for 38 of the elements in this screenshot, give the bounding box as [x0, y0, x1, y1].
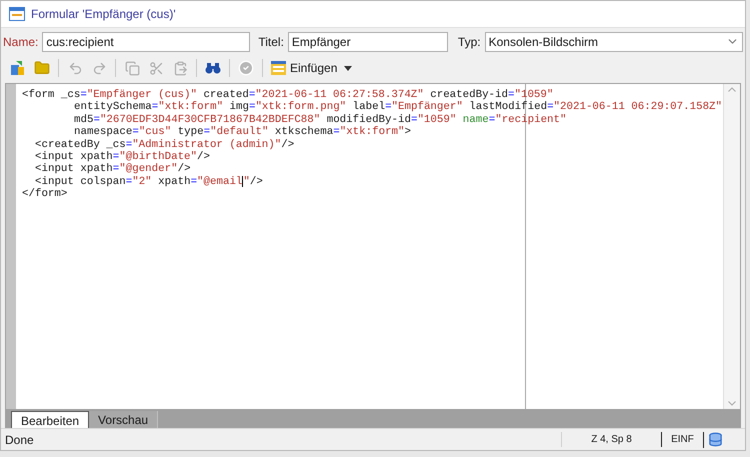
name-label: Name: [3, 34, 38, 50]
undo-icon [68, 60, 82, 76]
database-icon [708, 432, 723, 447]
title-label: Titel: [258, 34, 284, 50]
name-field[interactable]: cus:recipient [42, 32, 250, 52]
status-message: Done [4, 432, 35, 448]
code-line: </form> [22, 188, 68, 201]
insert-mode: EINF [661, 432, 703, 447]
dropdown-arrow-icon [344, 66, 352, 70]
code-line: <createdBy _cs="Administrator (admin)"/> [34, 138, 294, 151]
redo-icon [92, 60, 106, 76]
scroll-up-icon [728, 87, 736, 92]
code-line: <input xpath="@birthDate"/> [34, 151, 210, 164]
form-icon [9, 7, 25, 21]
type-label: Typ: [458, 34, 481, 50]
binoculars-icon [205, 61, 221, 75]
check-icon [238, 60, 254, 76]
cut-icon [148, 60, 164, 76]
scroll-down-icon [728, 401, 736, 406]
code-line: namespace="cus" type="default" xtkschema="xtk:form"> [73, 126, 411, 139]
folder-icon [34, 60, 50, 76]
cursor-position: Z 4, Sp 8 [561, 432, 661, 447]
insert-menu-button[interactable]: Einfügen [268, 57, 356, 79]
code-line: entitySchema="xtk:form" img="xtk:form.png" label="Empfänger" lastModified="2021-06-11 06:29:07.158Z" [73, 101, 722, 114]
title-field[interactable]: Empfänger [288, 32, 448, 52]
paste-icon [172, 60, 188, 76]
copy-icon [124, 60, 140, 76]
tab[interactable]: Bearbeiten [11, 411, 90, 428]
type-dropdown[interactable]: Konsolen-Bildschirm [484, 32, 743, 52]
code-line: md5="2670EDF3D44F30CFB71867B42BDEFC88" modifiedBy-id="1059" name="recipient" [73, 114, 566, 126]
new-document-icon [10, 60, 26, 76]
insert-icon [271, 61, 286, 75]
code-line: <form _cs="Empfänger (cus)" created="2021-06-11 06:27:58.374Z" createdBy-id="1059" [22, 89, 554, 101]
scrollbar[interactable] [723, 84, 740, 409]
tab[interactable]: Vorschau [89, 411, 158, 428]
window-title: Formular 'Empfänger (cus)' [31, 6, 176, 23]
code-line: <input xpath="@gender"/> [34, 163, 191, 176]
code-line: <input colspan="2" xpath="@email"/> [34, 176, 263, 188]
